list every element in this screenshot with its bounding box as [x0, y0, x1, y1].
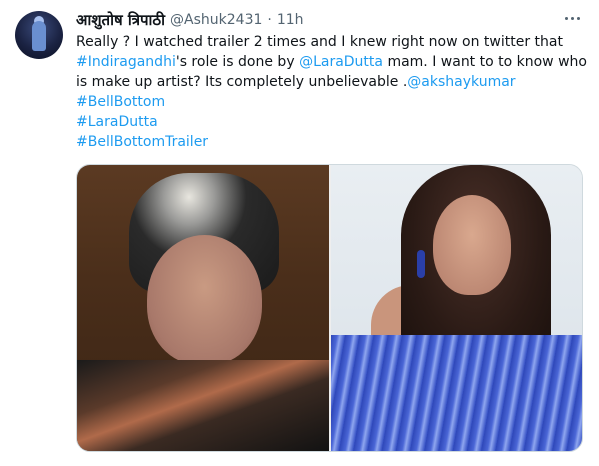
earring	[417, 250, 425, 278]
mention-link[interactable]: @LaraDutta	[299, 54, 383, 70]
author-name[interactable]: आशुतोष त्रिपाठी	[76, 10, 165, 30]
author-handle[interactable]: @Ashuk2431	[170, 12, 262, 28]
hashtag-link[interactable]: #Indiragandhi	[76, 54, 176, 70]
more-options-icon[interactable]	[562, 8, 582, 28]
hashtag-link[interactable]: #BellBottom	[76, 94, 165, 110]
portrait-sari	[77, 360, 329, 451]
hashtag-link[interactable]: #LaraDutta	[76, 114, 158, 130]
mention-link[interactable]: @akshaykumar	[407, 74, 515, 90]
hashtag-link[interactable]: #BellBottomTrailer	[76, 134, 208, 150]
portrait-dress	[331, 335, 582, 451]
tweet[interactable]: आशुतोष त्रिपाठी @Ashuk2431 · 11h Really …	[0, 0, 599, 466]
more-dot	[576, 16, 580, 20]
portrait-face	[433, 195, 511, 295]
tweet-actions	[76, 456, 581, 466]
more-dot	[570, 16, 574, 20]
text-segment: Really ? I watched trailer 2 times and I…	[76, 34, 563, 50]
text-segment: 's role is done by	[175, 54, 300, 70]
timestamp[interactable]: 11h	[277, 12, 304, 28]
avatar[interactable]	[15, 11, 63, 59]
separator-dot: ·	[267, 12, 272, 28]
media-image-left[interactable]	[77, 165, 329, 451]
tweet-header: आशुतोष त्रिपाठी @Ashuk2431 · 11h	[76, 10, 304, 30]
tweet-media[interactable]	[76, 164, 583, 452]
avatar-figure-body	[32, 21, 46, 51]
media-image-right[interactable]	[331, 165, 582, 451]
portrait-face	[147, 235, 262, 365]
more-dot	[564, 16, 568, 20]
tweet-text: Really ? I watched trailer 2 times and I…	[76, 32, 588, 152]
